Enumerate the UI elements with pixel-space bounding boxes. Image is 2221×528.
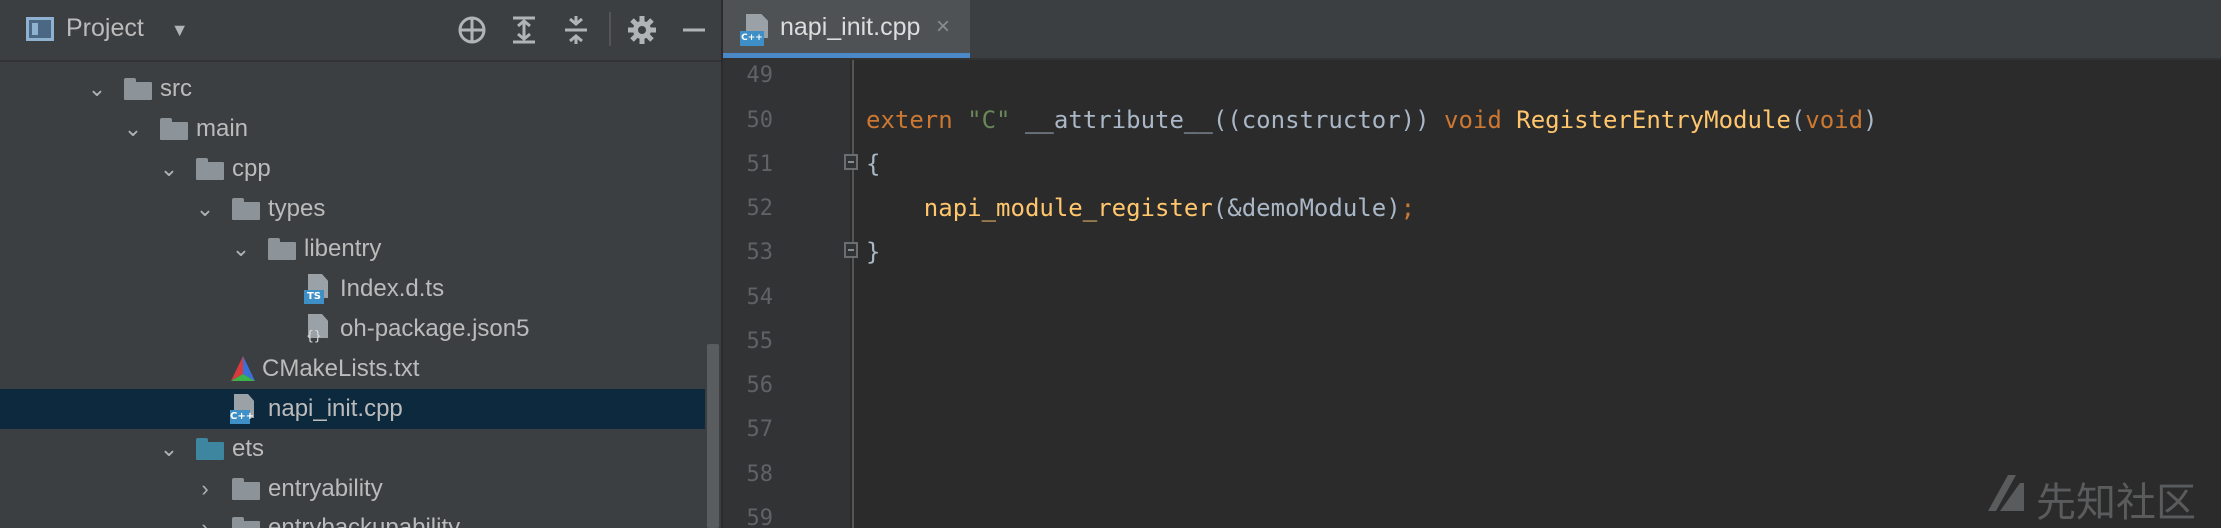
- folder-icon: [268, 238, 296, 260]
- tree-item-libentry[interactable]: ⌄ libentry: [0, 229, 705, 269]
- close-icon[interactable]: ×: [936, 13, 950, 41]
- chevron-down-icon[interactable]: ⌄: [156, 432, 182, 466]
- chevron-down-icon: ▼: [170, 20, 189, 40]
- ide-window: Project ▼ ⌄ src ⌄ main ⌄ cpp ⌄ types ⌄ l…: [0, 0, 2221, 528]
- folder-icon: [232, 478, 260, 500]
- json-file-icon: {}: [304, 314, 330, 344]
- tree-item-label: oh-package.json5: [340, 315, 530, 342]
- expand-all-icon[interactable]: [508, 14, 540, 46]
- tree-item-src[interactable]: ⌄ src: [0, 69, 705, 109]
- folder-icon: [196, 438, 224, 460]
- folder-icon: [232, 198, 260, 220]
- chevron-right-icon[interactable]: ›: [192, 511, 218, 528]
- tree-item-main[interactable]: ⌄ main: [0, 109, 705, 149]
- chevron-down-icon[interactable]: ⌄: [120, 112, 146, 146]
- tree-item-index-d-ts[interactable]: TS Index.d.ts: [0, 269, 705, 309]
- locate-icon[interactable]: [456, 14, 488, 46]
- tree-item-label: main: [196, 115, 249, 142]
- folder-icon: [160, 118, 188, 140]
- tree-item-label: Index.d.ts: [340, 275, 445, 302]
- tree-item-label: src: [160, 75, 192, 102]
- chevron-right-icon[interactable]: ›: [192, 472, 218, 506]
- line-number-gutter: 49 50 51 52 53 54 55 56 57 58 59: [723, 60, 850, 528]
- gear-icon[interactable]: [626, 14, 658, 46]
- fold-icon[interactable]: [844, 242, 858, 258]
- chevron-down-icon[interactable]: ⌄: [192, 192, 218, 226]
- tree-item-label: ets: [232, 435, 265, 462]
- tree-item-oh-package[interactable]: {} oh-package.json5: [0, 309, 705, 349]
- gutter-separator: [852, 60, 854, 528]
- tree-item-label: napi_init.cpp: [268, 395, 403, 422]
- project-view-icon: [26, 17, 54, 41]
- project-scrollbar[interactable]: [705, 62, 721, 528]
- cpp-file-icon: C++: [230, 394, 256, 424]
- tree-item-label: types: [268, 195, 326, 222]
- cmake-file-icon: [230, 355, 256, 383]
- code-line-50[interactable]: extern "C" __attribute__((constructor)) …: [866, 105, 1878, 135]
- tree-item-cpp[interactable]: ⌄ cpp: [0, 149, 705, 189]
- chevron-down-icon[interactable]: ⌄: [228, 232, 254, 266]
- tree-item-entrybackupability[interactable]: › entrybackupability: [0, 508, 705, 528]
- tree-item-cmakelists[interactable]: CMakeLists.txt: [0, 349, 705, 389]
- tree-item-label: cpp: [232, 155, 271, 182]
- project-view-selector[interactable]: Project ▼: [66, 14, 189, 43]
- tree-item-entryability[interactable]: › entryability: [0, 469, 705, 509]
- project-panel: Project ▼ ⌄ src ⌄ main ⌄ cpp ⌄ types ⌄ l…: [0, 0, 721, 528]
- code-line-52[interactable]: napi_module_register(&demoModule);: [866, 193, 1415, 223]
- tree-item-ets[interactable]: ⌄ ets: [0, 429, 705, 469]
- toolbar-separator: [609, 12, 611, 46]
- folder-icon: [196, 158, 224, 180]
- tree-item-label: CMakeLists.txt: [262, 355, 420, 382]
- code-line-53[interactable]: }: [866, 237, 880, 267]
- project-tree: ⌄ src ⌄ main ⌄ cpp ⌄ types ⌄ libentry TS…: [0, 62, 721, 528]
- project-title: Project: [66, 14, 144, 42]
- folder-icon: [124, 78, 152, 100]
- chevron-down-icon[interactable]: ⌄: [156, 152, 182, 186]
- active-tab-indicator: [723, 53, 970, 58]
- watermark-logo-icon: [1988, 475, 2024, 511]
- tree-item-label: entrybackupability: [268, 514, 461, 528]
- tab-label: napi_init.cpp: [780, 13, 921, 41]
- cpp-file-icon: C++: [740, 14, 768, 46]
- project-panel-header: Project ▼: [0, 0, 721, 62]
- minimize-icon[interactable]: [678, 14, 710, 46]
- scrollbar-thumb[interactable]: [707, 344, 719, 528]
- editor-area: C++ napi_init.cpp × 49 50 51 52 53 54 55…: [723, 0, 2221, 528]
- folder-icon: [232, 517, 260, 528]
- fold-icon[interactable]: [844, 154, 858, 170]
- watermark-text: 先知社区: [2036, 480, 2196, 526]
- code-line-51[interactable]: {: [866, 149, 880, 179]
- typescript-file-icon: TS: [304, 274, 330, 304]
- editor-tab-bar: C++ napi_init.cpp ×: [723, 0, 2221, 60]
- collapse-all-icon[interactable]: [560, 14, 592, 46]
- tab-napi-init-cpp[interactable]: C++ napi_init.cpp ×: [723, 0, 970, 58]
- tree-item-label: libentry: [304, 235, 382, 262]
- tree-item-types[interactable]: ⌄ types: [0, 189, 705, 229]
- chevron-down-icon[interactable]: ⌄: [84, 72, 110, 106]
- tree-item-label: entryability: [268, 475, 383, 502]
- tree-item-napi-init-cpp[interactable]: C++ napi_init.cpp: [0, 389, 705, 429]
